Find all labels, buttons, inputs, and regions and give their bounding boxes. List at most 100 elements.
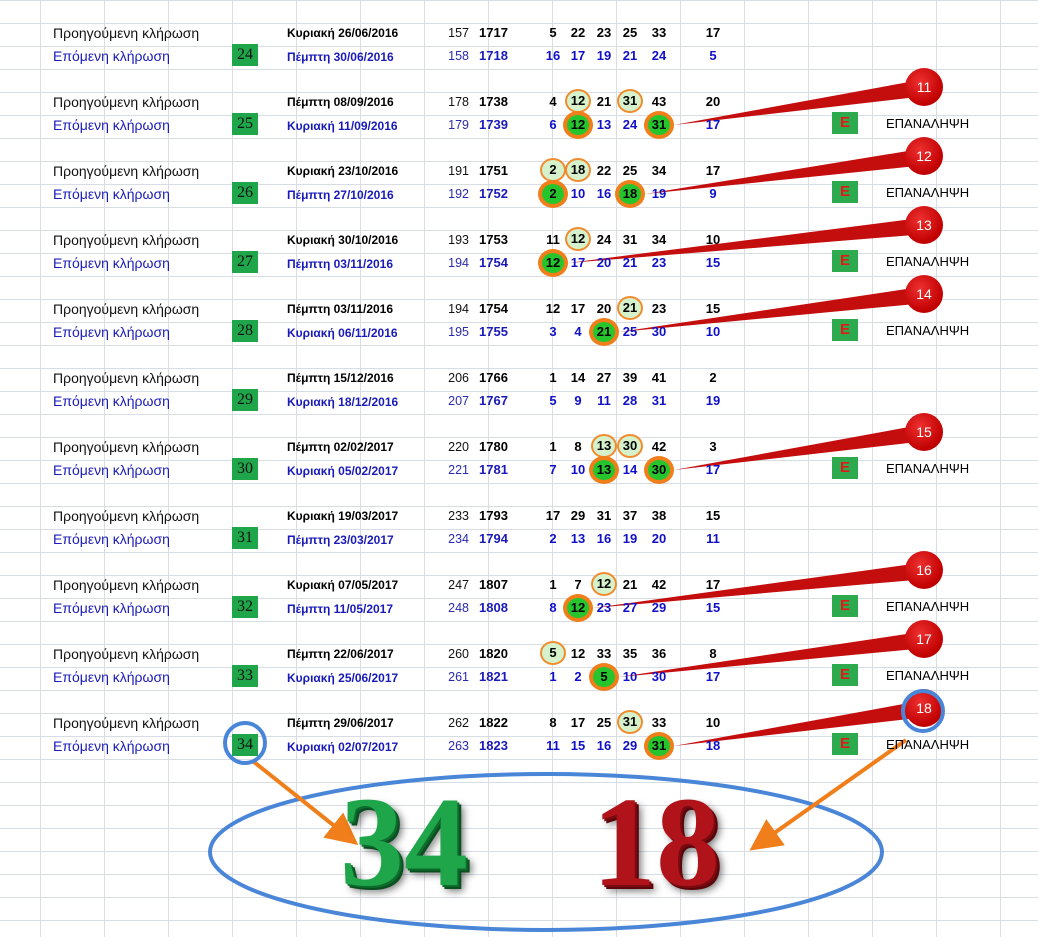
prev-winning-number: 4	[549, 94, 557, 109]
next-draw-number: 1718	[479, 48, 508, 63]
prev-winning-number: 31	[622, 232, 638, 247]
prev-highlighted-number: 13	[591, 434, 617, 458]
next-winning-number: 2	[549, 531, 557, 546]
prev-draw-index: 191	[448, 164, 469, 178]
next-joker-number: 17	[705, 669, 721, 684]
prev-winning-number: 35	[622, 646, 638, 661]
next-winning-number: 19	[596, 48, 612, 63]
badge-highlight-ring	[223, 721, 267, 765]
next-winning-number: 16	[596, 738, 612, 753]
draw-counter-badge: 26	[232, 182, 258, 204]
prev-winning-number: 1	[549, 370, 557, 385]
next-draw-index: 248	[448, 601, 469, 615]
next-draw-index: 179	[448, 118, 469, 132]
prev-winning-number: 11	[546, 232, 560, 247]
next-winning-number: 28	[622, 393, 638, 408]
next-winning-number: 2	[574, 669, 582, 684]
next-winning-number: 20	[651, 531, 667, 546]
prev-winning-number: 1	[549, 439, 557, 454]
prev-joker-number: 17	[705, 577, 721, 592]
prev-winning-number: 25	[622, 25, 638, 40]
repeat-label: ΕΠΑΝΑΛΗΨΗ	[886, 668, 970, 683]
callout-pin: 14	[905, 275, 943, 313]
prev-joker-number: 17	[705, 25, 721, 40]
prev-draw-number: 1766	[479, 370, 508, 385]
prev-draw-index: 178	[448, 95, 469, 109]
next-winning-number: 16	[596, 186, 612, 201]
next-draw-index: 195	[448, 325, 469, 339]
prev-draw-index: 193	[448, 233, 469, 247]
repeat-e-badge: E	[832, 250, 858, 272]
prev-winning-number: 25	[596, 715, 612, 730]
next-joker-number: 19	[705, 393, 721, 408]
prev-winning-number: 34	[651, 232, 667, 247]
prev-winning-number: 42	[651, 439, 667, 454]
repeat-label: ΕΠΑΝΑΛΗΨΗ	[886, 737, 970, 752]
repeat-e-badge: E	[832, 595, 858, 617]
next-joker-number: 9	[709, 186, 717, 201]
next-winning-number: 10	[570, 462, 586, 477]
prev-draw-label: Προηγούμενη κλήρωση	[53, 370, 200, 386]
prev-draw-label: Προηγούμενη κλήρωση	[53, 715, 200, 731]
prev-winning-number: 23	[596, 25, 612, 40]
prev-draw-index: 206	[448, 371, 469, 385]
result-number-red: 18	[592, 771, 720, 913]
next-draw-label: Επόμενη κλήρωση	[53, 669, 170, 685]
next-draw-date: Πέμπτη 03/11/2016	[287, 257, 394, 271]
prev-draw-label: Προηγούμενη κλήρωση	[53, 301, 200, 317]
repeat-e-badge: E	[832, 457, 858, 479]
repeat-label: ΕΠΑΝΑΛΗΨΗ	[886, 599, 970, 614]
next-winning-number: 21	[622, 255, 638, 270]
prev-draw-index: 233	[448, 509, 469, 523]
next-draw-index: 221	[448, 463, 469, 477]
draw-counter-badge: 29	[232, 389, 258, 411]
next-winning-number: 24	[622, 117, 638, 132]
next-draw-label: Επόμενη κλήρωση	[53, 324, 170, 340]
prev-winning-number: 31	[596, 508, 612, 523]
next-winning-number: 15	[570, 738, 586, 753]
prev-draw-date: Πέμπτη 29/06/2017	[287, 716, 394, 730]
next-joker-number: 17	[705, 117, 721, 132]
next-draw-number: 1794	[479, 531, 508, 546]
prev-draw-number: 1754	[479, 301, 508, 316]
prev-winning-number: 38	[651, 508, 667, 523]
prev-winning-number: 23	[651, 301, 667, 316]
prev-winning-number: 8	[574, 439, 582, 454]
next-draw-index: 158	[448, 49, 469, 63]
next-draw-label: Επόμενη κλήρωση	[53, 186, 170, 202]
next-winning-number: 11	[597, 393, 611, 408]
prev-winning-number: 21	[622, 577, 638, 592]
prev-draw-date: Κυριακή 23/10/2016	[287, 164, 399, 178]
prev-highlighted-number: 18	[565, 158, 591, 182]
next-draw-date: Πέμπτη 11/05/2017	[287, 602, 394, 616]
next-winning-number: 13	[570, 531, 586, 546]
prev-winning-number: 42	[651, 577, 667, 592]
prev-winning-number: 37	[622, 508, 638, 523]
next-winning-number: 27	[622, 600, 638, 615]
prev-draw-label: Προηγούμενη κλήρωση	[53, 25, 200, 41]
prev-draw-number: 1753	[479, 232, 508, 247]
prev-highlighted-number: 12	[565, 227, 591, 251]
next-draw-label: Επόμενη κλήρωση	[53, 531, 170, 547]
prev-winning-number: 22	[570, 25, 586, 40]
prev-draw-date: Πέμπτη 08/09/2016	[287, 95, 394, 109]
prev-winning-number: 27	[596, 370, 612, 385]
callout-pin: 16	[905, 551, 943, 589]
draw-counter-badge: 25	[232, 113, 258, 135]
prev-winning-number: 22	[596, 163, 612, 178]
next-winning-number: 19	[651, 186, 667, 201]
prev-winning-number: 36	[651, 646, 667, 661]
next-highlighted-number: 5	[589, 663, 619, 691]
next-joker-number: 15	[705, 600, 721, 615]
next-draw-index: 207	[448, 394, 469, 408]
next-draw-date: Κυριακή 06/11/2016	[287, 326, 398, 340]
prev-draw-number: 1793	[479, 508, 508, 523]
next-highlighted-number: 31	[644, 111, 674, 139]
prev-draw-label: Προηγούμενη κλήρωση	[53, 232, 200, 248]
prev-winning-number: 17	[545, 508, 561, 523]
prev-draw-number: 1780	[479, 439, 508, 454]
prev-winning-number: 17	[570, 301, 586, 316]
next-winning-number: 29	[622, 738, 638, 753]
prev-winning-number: 33	[651, 25, 667, 40]
prev-winning-number: 43	[651, 94, 667, 109]
